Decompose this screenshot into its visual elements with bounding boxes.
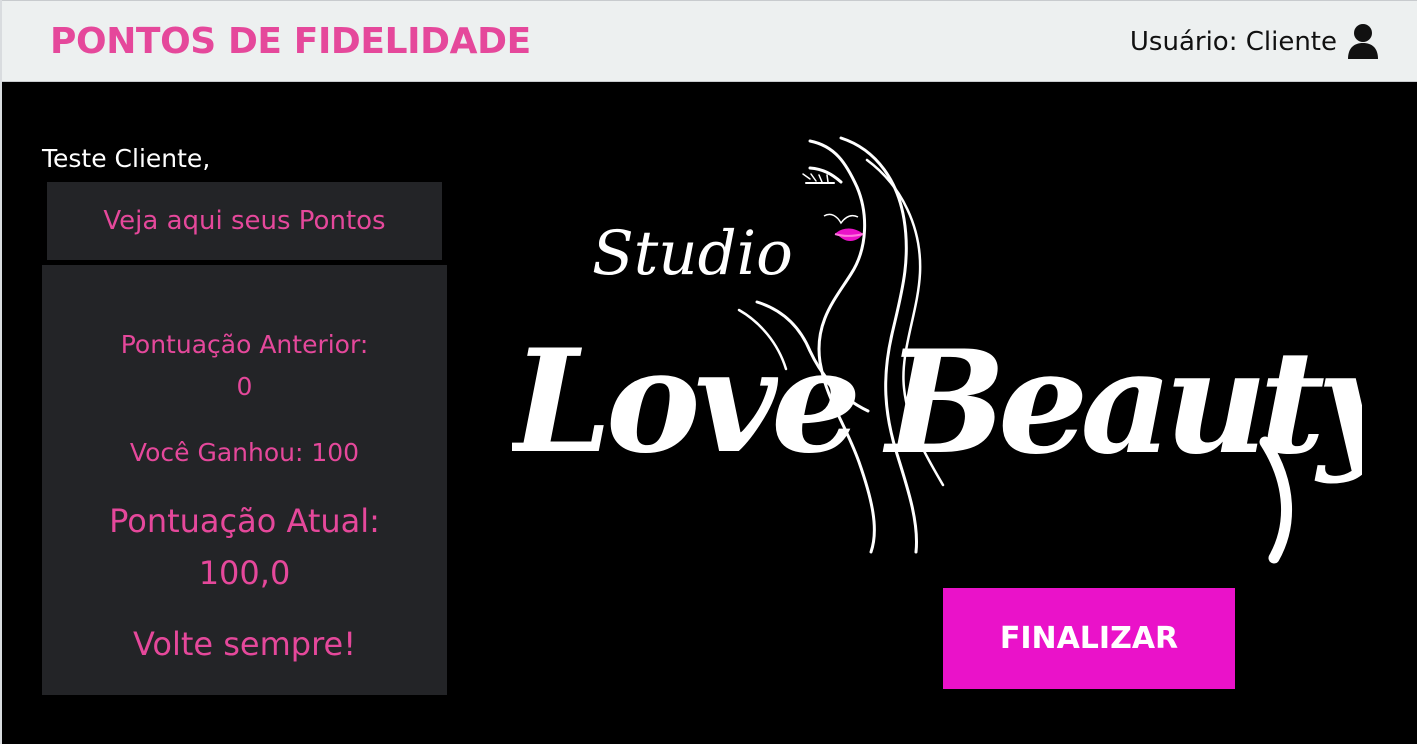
come-back-message: Volte sempre! <box>132 625 357 663</box>
studio-love-beauty-logo: Studio Love Beauty <box>512 132 1362 564</box>
user-menu[interactable]: Usuário: Cliente <box>1130 22 1380 62</box>
logo-beauty-text: Beauty <box>882 320 1362 486</box>
current-points-value: 100,0 <box>198 554 291 592</box>
loyalty-points-page: PONTOS DE FIDELIDADE Usuário: Cliente Te… <box>0 0 1417 744</box>
view-points-link[interactable]: Veja aqui seus Pontos <box>47 182 442 260</box>
earned-points-text: Você Ganhou: 100 <box>129 438 360 467</box>
current-points-label: Pontuação Atual: <box>109 502 380 540</box>
customer-greeting: Teste Cliente, <box>42 144 211 173</box>
previous-points-label: Pontuação Anterior: <box>120 330 369 359</box>
logo-love-text: Love <box>512 319 856 485</box>
finish-button[interactable]: FINALIZAR <box>943 588 1235 689</box>
points-summary-panel: Pontuação Anterior: 0 Você Ganhou: 100 P… <box>42 265 447 695</box>
top-header: PONTOS DE FIDELIDADE Usuário: Cliente <box>2 0 1417 82</box>
user-icon <box>1346 24 1380 60</box>
previous-points-value: 0 <box>236 372 253 401</box>
studio-love-beauty-logo-graphic: Studio Love Beauty <box>512 136 1362 564</box>
current-user-label: Usuário: Cliente <box>1129 27 1337 57</box>
page-title: PONTOS DE FIDELIDADE <box>50 21 531 62</box>
logo-studio-text: Studio <box>592 218 793 289</box>
